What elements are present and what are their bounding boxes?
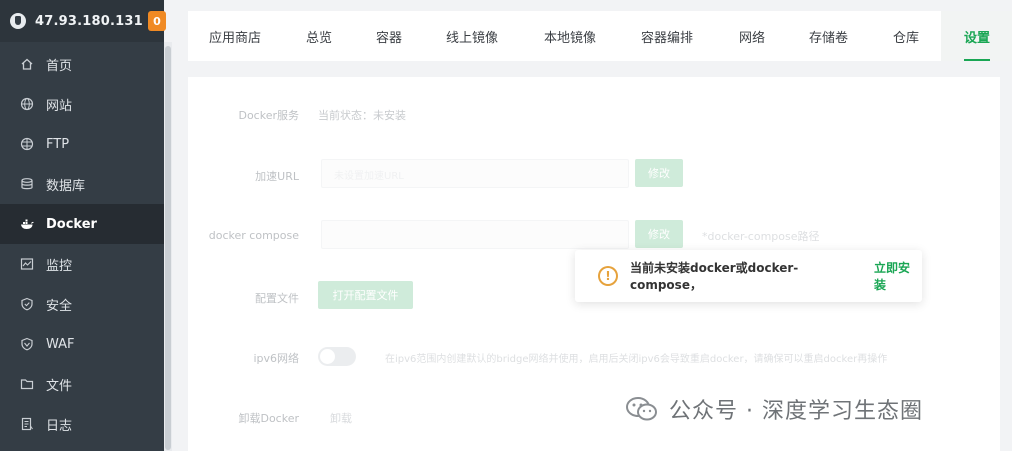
tab-app-store[interactable]: 应用商店: [209, 11, 261, 61]
uninstall-row: 卸载Docker: [188, 410, 299, 425]
sidebar-item-files[interactable]: 文件: [0, 364, 164, 404]
sidebar-nav: 首页 网站 FTP 数据库 Docker 监控 安全 WAF 文件 日志: [0, 44, 164, 444]
docker-service-label: Docker服务: [238, 109, 299, 122]
globe-icon: [20, 97, 34, 111]
sidebar-item-docker[interactable]: Docker: [0, 204, 164, 244]
compose-path-input[interactable]: [321, 220, 629, 249]
tab-volumes[interactable]: 存储卷: [809, 11, 848, 61]
folder-icon: [20, 377, 34, 391]
tab-registry[interactable]: 仓库: [893, 11, 919, 61]
mirror-url-row: 加速URL: [188, 168, 299, 183]
mirror-url-label: 加速URL: [255, 170, 299, 183]
tab-settings[interactable]: 设置: [941, 11, 1012, 61]
sidebar-item-label: 网站: [46, 98, 73, 114]
compose-label: docker compose: [208, 229, 299, 242]
config-row: 配置文件: [188, 290, 299, 305]
warning-icon: !: [598, 266, 618, 286]
watermark-text: 公众号 · 深度学习生态圈: [669, 399, 923, 424]
database-icon: [20, 177, 34, 191]
log-icon: [20, 417, 34, 431]
sidebar-item-label: 首页: [46, 58, 73, 74]
sidebar-item-logs[interactable]: 日志: [0, 404, 164, 444]
sidebar-item-home[interactable]: 首页: [0, 44, 164, 84]
notification-badge[interactable]: 0: [148, 11, 166, 31]
ipv6-row: ipv6网络: [188, 350, 299, 365]
install-warning-toast: ! 当前未安装docker或docker-compose， 立即安装: [575, 250, 922, 302]
tab-online-images[interactable]: 线上镜像: [446, 11, 498, 61]
wechat-icon: [625, 395, 659, 423]
uninstall-button[interactable]: 卸载: [330, 410, 352, 426]
tab-overview[interactable]: 总览: [306, 11, 332, 61]
sidebar-item-label: WAF: [46, 336, 75, 352]
sidebar-item-monitor[interactable]: 监控: [0, 244, 164, 284]
shield-icon: [20, 297, 34, 311]
home-icon: [20, 57, 34, 71]
sidebar-item-database[interactable]: 数据库: [0, 164, 164, 204]
sidebar-item-label: 文件: [46, 378, 73, 394]
waf-shield-icon: [20, 337, 34, 351]
monitor-icon: [20, 257, 34, 271]
server-header: 47.93.180.131 0: [0, 0, 166, 42]
modify-mirror-button[interactable]: 修改: [635, 159, 683, 187]
sidebar-item-ftp[interactable]: FTP: [0, 124, 164, 164]
docker-icon: [20, 217, 34, 231]
sidebar-item-label: 数据库: [46, 178, 86, 194]
sidebar-item-security[interactable]: 安全: [0, 284, 164, 324]
sidebar-item-label: 日志: [46, 418, 73, 434]
sidebar-item-label: 安全: [46, 298, 73, 314]
sidebar-item-waf[interactable]: WAF: [0, 324, 164, 364]
sidebar-item-website[interactable]: 网站: [0, 84, 164, 124]
sidebar: 47.93.180.131 0 首页 网站 FTP 数据库 Docker 监控: [0, 0, 166, 451]
server-ip: 47.93.180.131: [35, 13, 143, 29]
sidebar-item-label: 监控: [46, 258, 73, 274]
compose-row: docker compose: [188, 229, 299, 243]
tab-local-images[interactable]: 本地镜像: [544, 11, 596, 61]
wechat-watermark: 公众号 · 深度学习生态圈: [625, 393, 923, 425]
install-now-link[interactable]: 立即安装: [874, 259, 922, 293]
docker-service-status: 当前状态：未安装: [318, 109, 406, 122]
tab-containers[interactable]: 容器: [376, 11, 402, 61]
server-logo-icon: [10, 13, 26, 29]
tab-compose[interactable]: 容器编排: [641, 11, 693, 61]
toast-message: 当前未安装docker或docker-compose，: [629, 261, 799, 292]
ipv6-hint: 在ipv6范围内创建默认的bridge网络并使用，启用后关闭ipv6会导致重启d…: [385, 354, 888, 365]
mirror-url-value: 未设置加速URL: [334, 171, 404, 182]
tab-network[interactable]: 网络: [739, 11, 765, 61]
modify-compose-button[interactable]: 修改: [635, 220, 683, 248]
sidebar-scrollbar[interactable]: [164, 42, 172, 451]
compose-hint: *docker-compose路径: [702, 230, 820, 243]
ipv6-label: ipv6网络: [253, 352, 299, 365]
scrollbar-thumb[interactable]: [165, 46, 171, 450]
uninstall-label: 卸载Docker: [238, 412, 299, 425]
open-config-button[interactable]: 打开配置文件: [318, 281, 413, 309]
config-label: 配置文件: [255, 292, 299, 305]
docker-service-row: Docker服务: [188, 107, 299, 122]
ipv6-toggle[interactable]: [318, 347, 356, 366]
mirror-url-input[interactable]: 未设置加速URL: [321, 159, 629, 188]
ftp-globe-icon: [20, 137, 34, 151]
sidebar-item-label: FTP: [46, 136, 70, 152]
tab-bar: 应用商店 总览 容器 线上镜像 本地镜像 容器编排 网络 存储卷 仓库 设置: [188, 11, 1012, 61]
sidebar-item-label: Docker: [46, 216, 97, 232]
